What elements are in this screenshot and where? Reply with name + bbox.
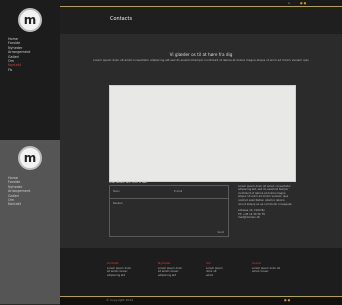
nav-item-kontakt[interactable]: Kontakt [8,202,30,206]
sidebar-top: m Home Forside Nyheder Arrangement Galle… [0,0,60,140]
main-content: Vi glæder os til at høre fra dig Lorem i… [60,34,342,248]
form-divider [110,198,228,199]
send-button[interactable]: Send [217,231,224,234]
nav-item-fb[interactable]: Fb [8,68,30,72]
footer-line[interactable]: amet consec [252,270,280,274]
footer-line[interactable]: amet [206,274,223,278]
footer-line[interactable]: adipiscing elit [158,274,182,278]
sidebar: m Home Forside Nyheder Arrangement Galle… [0,0,60,304]
top-bar: A ● ● [60,0,342,7]
contact-info: Find os Lorem ipsum dolor sit amet, cons… [238,179,296,220]
nav-item-arrangement[interactable]: Arrangement [8,189,30,193]
page-header: Contacts [60,7,342,34]
footer-col-title: Social [252,261,261,265]
copyright-text: © Copyright 2014 [106,298,134,302]
footer-line[interactable]: adipiscing elit [107,274,131,278]
map-embed[interactable] [109,85,296,182]
top-bar-item[interactable]: A [288,0,290,6]
info-line: nisi ut aliquip ex ea commodo consequat. [238,202,293,206]
nav-item-arrangement[interactable]: Arrangement [8,50,30,54]
footer-col-title: Kontakt [107,261,119,265]
message-field[interactable]: Besked [113,202,122,205]
name-field[interactable]: Navn [113,190,120,193]
footer-col: Om Lorem ipsum dolor sit amet [206,261,223,278]
sidebar-nav-top: Home Forside Nyheder Arrangement Galleri… [8,37,30,72]
logo-icon[interactable]: m [18,8,42,32]
logo-icon-secondary[interactable]: m [18,146,42,170]
intro-text: Lorem ipsum dolor sit amet consectetur a… [93,58,309,62]
info-email[interactable]: mail@domain.dk [238,216,296,220]
footer-col-title: Nyheder [158,261,171,265]
footer-col: Social Lorem ipsum dolor sit amet consec [252,261,280,274]
email-field[interactable]: E-mail [174,190,182,193]
bottom-bar-icons[interactable]: ● ● [284,297,290,304]
footer-col: Nyheder Lorem ipsum dolor sit amet conse… [158,261,182,278]
top-bar-icons[interactable]: ● ● [300,0,306,6]
sidebar-bottom: m Home Forside Nyheder Arrangement Galle… [0,140,60,304]
contact-form: Navn E-mail Besked Send [109,185,229,237]
footer-col-title: Om [206,261,212,265]
footer-col: Kontakt Lorem ipsum dolor sit amet conse… [107,261,131,278]
footer: Kontakt Lorem ipsum dolor sit amet conse… [60,248,342,296]
contact-info-title: Find os [238,178,252,183]
page-title: Contacts [110,16,133,22]
sidebar-nav-bottom: Home Forside Nyheder Arrangement Galleri… [8,176,30,207]
intro-title: Vi glæder os til at høre fra dig [169,52,233,57]
contact-form-title: Contact us via mail [109,179,148,184]
